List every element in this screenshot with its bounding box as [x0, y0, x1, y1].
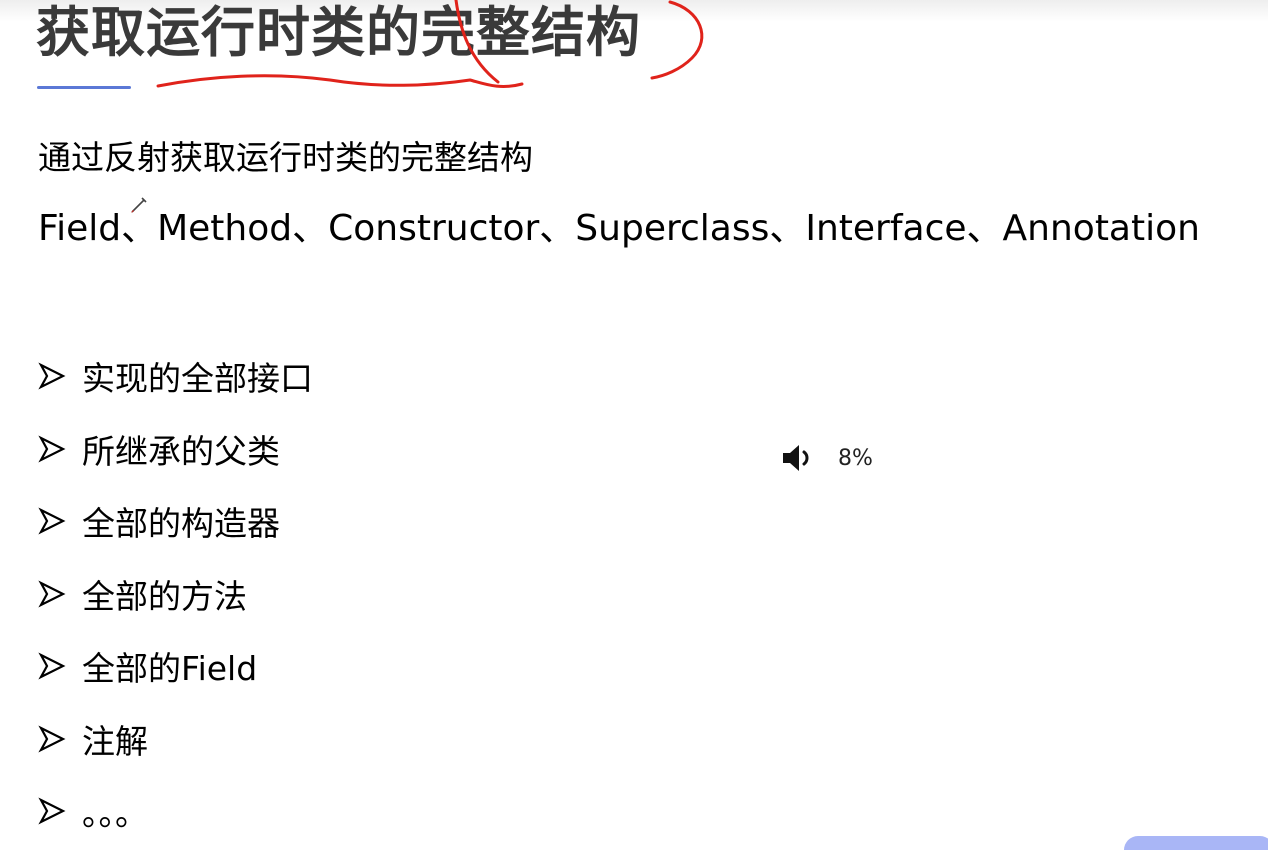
title-underline — [37, 86, 131, 89]
list-item: 实现的全部接口 — [36, 340, 313, 413]
list-item: 全部的方法 — [36, 558, 313, 631]
list-item-label: 全部的构造器 — [82, 504, 280, 544]
volume-indicator: 8% — [780, 442, 873, 474]
page-title: 获取运行时类的完整结构 — [36, 1, 641, 64]
reflection-members-text: Field、Method、Constructor、Superclass、Inte… — [38, 208, 1200, 249]
list-item-label: 全部的Field — [82, 649, 258, 689]
list-item-label: 所继承的父类 — [82, 431, 280, 471]
speaker-icon — [783, 445, 809, 471]
corner-tab[interactable] — [1124, 836, 1268, 850]
pen-cursor-icon — [131, 197, 147, 213]
list-item: 注解 — [36, 703, 313, 776]
list-item-label: 全部的方法 — [82, 576, 247, 616]
list-item-label: 。。。 — [82, 794, 148, 834]
arrow-bullet-icon — [38, 435, 66, 463]
volume-level: 8% — [838, 445, 873, 471]
list-item: 全部的Field — [36, 630, 313, 703]
list-item: 。。。 — [36, 775, 313, 848]
arrow-bullet-icon — [38, 507, 66, 535]
list-item-label: 实现的全部接口 — [82, 359, 313, 399]
arrow-bullet-icon — [38, 725, 66, 753]
intro-text: 通过反射获取运行时类的完整结构 — [38, 138, 533, 177]
feature-list: 实现的全部接口 所继承的父类 全部的构造器 全部的方法 全部的Field 注解 … — [36, 340, 313, 848]
arrow-bullet-icon — [38, 580, 66, 608]
list-item: 全部的构造器 — [36, 485, 313, 558]
arrow-bullet-icon — [38, 652, 66, 680]
list-item-label: 注解 — [82, 721, 148, 761]
arrow-bullet-icon — [38, 797, 66, 825]
arrow-bullet-icon — [38, 362, 66, 390]
list-item: 所继承的父类 — [36, 413, 313, 486]
